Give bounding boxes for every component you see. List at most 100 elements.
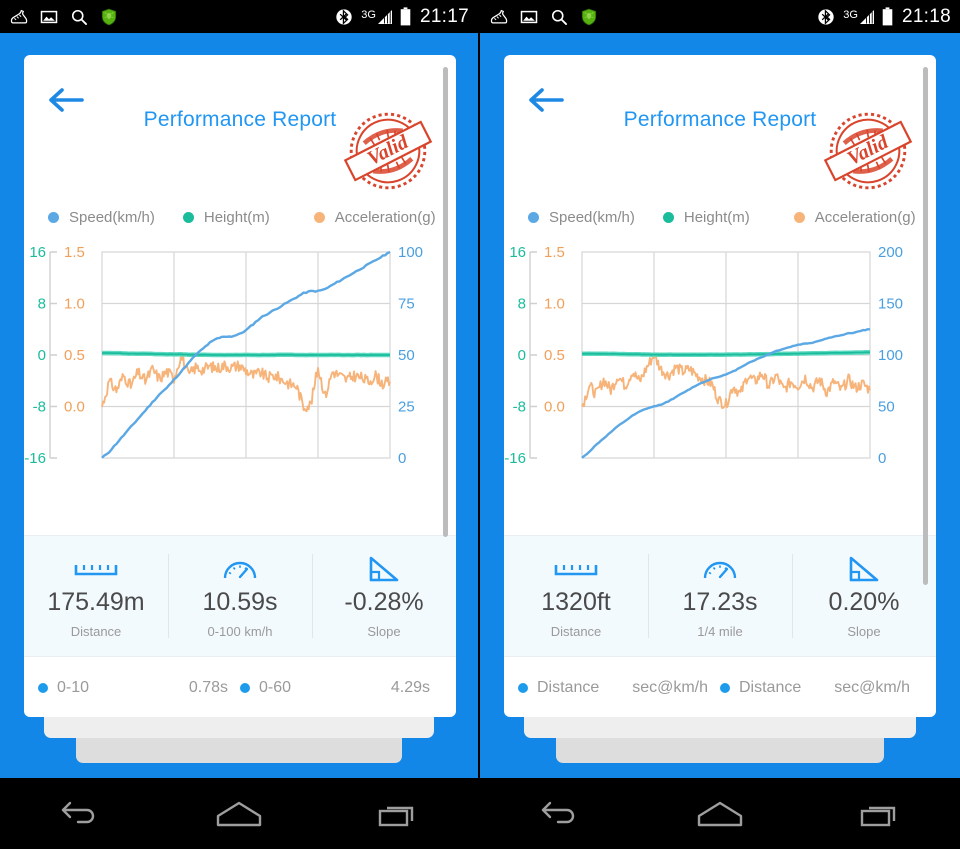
- legend-label-height: Height(m): [203, 208, 270, 226]
- card-header: Performance Report Valid: [504, 55, 936, 200]
- stat-quarter-mile-value: 17.23s: [682, 587, 758, 616]
- stat-quarter-mile-time[interactable]: 17.23s 1/4 mile: [648, 536, 792, 656]
- height-axis: 16 8 0 -8 -16: [24, 244, 57, 467]
- report-card: Performance Report Valid Speed(km/h) Hei…: [504, 55, 936, 717]
- legend-label-height: Height(m): [683, 208, 750, 226]
- split-time-item-1[interactable]: 0-10 0.78s: [38, 679, 240, 697]
- split-value-1: 0.78s: [188, 678, 228, 696]
- split-value-2: 4.29s: [390, 678, 430, 696]
- ruler-icon: [74, 554, 118, 584]
- battery-icon: [882, 7, 893, 26]
- status-bar: 3G 21:17: [0, 0, 478, 33]
- accel-tick-3: 0.0: [64, 399, 85, 416]
- speed-axis: 200 150 100 50 0: [878, 244, 903, 467]
- accel-tick-1: 1.0: [64, 296, 85, 313]
- stat-distance[interactable]: 1320ft Distance: [504, 536, 648, 656]
- legend-item-height: Height(m): [662, 208, 750, 226]
- legend-item-acceleration: Acceleration(g): [313, 208, 436, 226]
- chart-legend: Speed(km/h) Height(m) Acceleration(g): [24, 200, 456, 234]
- split-value-2: sec@km/h: [834, 678, 910, 696]
- legend-dot-acceleration-icon: [313, 211, 325, 223]
- height-tick-3: -8: [513, 399, 526, 416]
- legend-label-speed: Speed(km/h): [69, 208, 155, 226]
- summary-stats-row: 175.49m Distance 10.59s 0-100 km/h -0.28…: [24, 535, 456, 657]
- slope-icon: [367, 554, 401, 584]
- home-nav-button[interactable]: [204, 792, 274, 836]
- legend-item-acceleration: Acceleration(g): [793, 209, 916, 226]
- phone-screen-imperial: 3G 21:18 Performance Report Valid Speed(…: [480, 0, 960, 849]
- stat-acceleration-time[interactable]: 10.59s 0-100 km/h: [168, 536, 312, 656]
- height-tick-0: 16: [509, 244, 526, 261]
- signal-3g-icon: 3G: [843, 8, 875, 26]
- clock-time: 21:17: [419, 5, 469, 27]
- network-type-label: 3G: [843, 8, 858, 21]
- phone-screen-metric: 3G 21:17 Performance Report Valid Speed(…: [0, 0, 480, 849]
- height-tick-4: -16: [24, 450, 46, 467]
- android-navigation-bar: [0, 778, 478, 849]
- back-nav-button[interactable]: [525, 792, 595, 836]
- vertical-scrollbar[interactable]: [443, 67, 448, 537]
- legend-label-acceleration: Acceleration(g): [334, 208, 436, 226]
- status-bar-left-icons: [9, 7, 119, 27]
- back-nav-button[interactable]: [45, 792, 115, 836]
- search-icon: [551, 9, 567, 25]
- stat-distance-label: Distance: [70, 623, 122, 639]
- legend-item-height: Height(m): [182, 208, 270, 226]
- speed-tick-2: 50: [398, 347, 415, 364]
- back-arrow-icon: [61, 801, 94, 823]
- split-dot-icon: [720, 682, 730, 693]
- speed-tick-2: 100: [878, 347, 903, 364]
- split-dot-icon: [38, 682, 48, 693]
- recents-nav-button[interactable]: [363, 792, 433, 836]
- legend-item-speed: Speed(km/h): [48, 209, 155, 226]
- speed-tick-3: 50: [878, 399, 895, 416]
- home-nav-button[interactable]: [685, 792, 755, 836]
- shield-icon: [101, 8, 117, 25]
- split-time-item-1[interactable]: Distance sec@km/h: [518, 679, 720, 697]
- home-icon: [697, 801, 743, 826]
- series-height: [581, 350, 870, 358]
- stat-slope[interactable]: -0.28% Slope: [312, 536, 456, 656]
- stat-distance-value: 175.49m: [47, 587, 145, 616]
- accel-tick-2: 0.5: [64, 347, 85, 364]
- acceleration-axis: 1.5 1.0 0.5 0.0: [64, 244, 85, 416]
- speed-tick-0: 200: [878, 244, 903, 261]
- split-dot-icon: [518, 682, 528, 693]
- split-time-item-2[interactable]: Distance sec@km/h: [720, 679, 922, 697]
- shoe-icon: [10, 9, 28, 23]
- legend-label-speed: Speed(km/h): [549, 208, 635, 226]
- report-card: Performance Report Valid Speed(km/h) Hei…: [24, 55, 456, 717]
- stat-slope[interactable]: 0.20% Slope: [792, 536, 936, 656]
- legend-item-speed: Speed(km/h): [528, 209, 635, 226]
- split-value-1: sec@km/h: [632, 678, 708, 696]
- dual-screenshot-comparison: 3G 21:17 Performance Report Valid Speed(…: [0, 0, 960, 849]
- speedometer-icon: [222, 554, 258, 584]
- android-navigation-bar: [480, 778, 960, 849]
- bluetooth-icon: [336, 8, 352, 25]
- split-dot-icon: [240, 682, 250, 693]
- slope-icon: [847, 554, 881, 584]
- speed-tick-4: 0: [398, 450, 406, 467]
- app-background: Performance Report Valid Speed(km/h) Hei…: [0, 33, 478, 778]
- legend-dot-height-icon: [662, 211, 674, 223]
- stat-distance[interactable]: 175.49m Distance: [24, 536, 168, 656]
- stat-quarter-mile-label: 1/4 mile: [697, 623, 743, 639]
- split-time-item-2[interactable]: 0-60 4.29s: [240, 679, 442, 697]
- valid-stamp-icon: Valid: [823, 112, 913, 190]
- height-tick-3: -8: [33, 399, 46, 416]
- legend-dot-height-icon: [182, 211, 194, 223]
- card-header: Performance Report Valid: [24, 55, 456, 200]
- recents-icon: [379, 806, 414, 826]
- recents-nav-button[interactable]: [845, 792, 915, 836]
- height-tick-2: 0: [38, 347, 46, 364]
- vertical-scrollbar[interactable]: [923, 67, 928, 585]
- legend-dot-speed-icon: [528, 211, 539, 223]
- stat-acceleration-label: 0-100 km/h: [207, 623, 273, 639]
- summary-stats-row: 1320ft Distance 17.23s 1/4 mile 0.20% Sl…: [504, 535, 936, 657]
- acceleration-axis: 1.5 1.0 0.5 0.0: [544, 244, 565, 416]
- speed-tick-0: 100: [398, 244, 423, 261]
- speed-tick-1: 150: [878, 296, 903, 313]
- height-tick-1: 8: [38, 296, 46, 313]
- split-key-1: Distance: [537, 678, 600, 696]
- speed-tick-1: 75: [398, 296, 415, 313]
